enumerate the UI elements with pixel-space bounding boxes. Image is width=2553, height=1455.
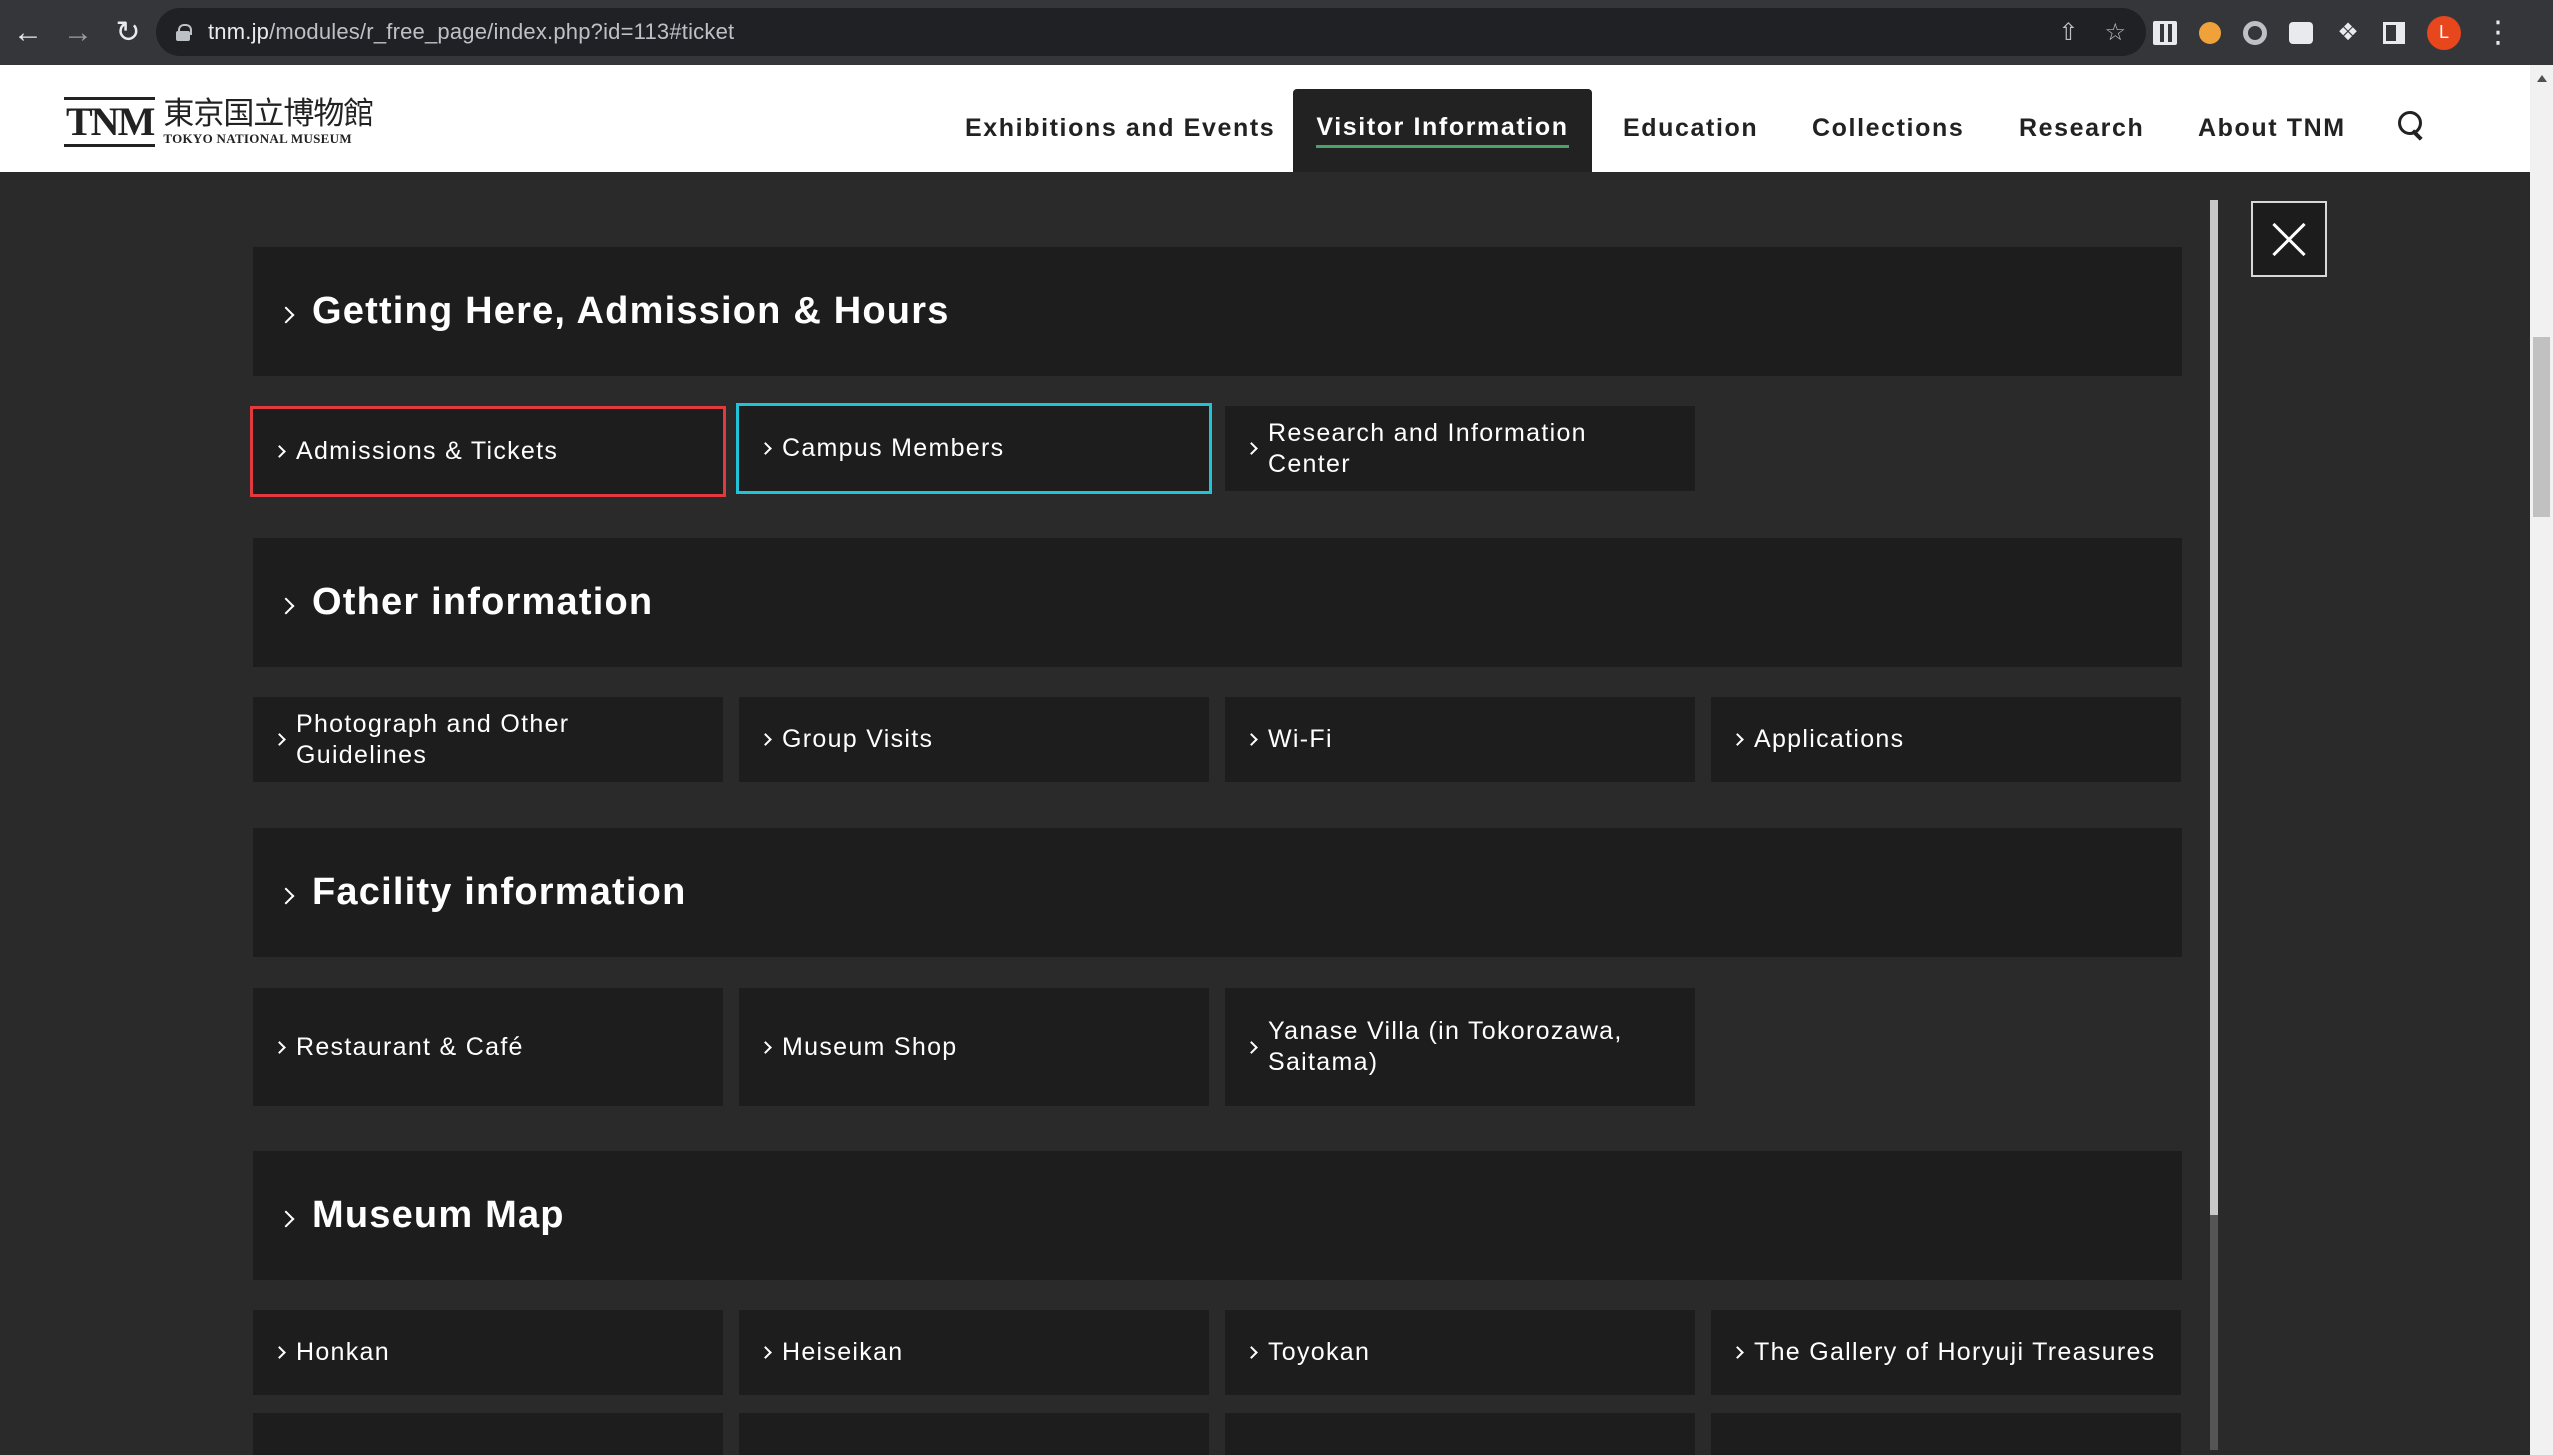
link-label: Yanase Villa (in Tokorozawa, Saitama) bbox=[1268, 1017, 1623, 1076]
link-label: The Gallery of Horyuji Treasures bbox=[1754, 1338, 2156, 1366]
link-applications[interactable]: Applications bbox=[1711, 697, 2181, 782]
puzzle-extensions-icon[interactable]: ❖ bbox=[2335, 19, 2361, 46]
site-header: TNM 東京国立博物館 TOKYO NATIONAL MUSEUM Exhibi… bbox=[0, 65, 2530, 172]
link-campus-members[interactable]: Campus Members bbox=[736, 403, 1212, 494]
link-wifi[interactable]: Wi-Fi bbox=[1225, 697, 1695, 782]
link-label: Toyokan bbox=[1268, 1338, 1371, 1366]
url-text[interactable]: tnm.jp/modules/r_free_page/index.php?id=… bbox=[208, 19, 734, 45]
section-title: Other information bbox=[312, 581, 654, 623]
link-label: Heiseikan bbox=[782, 1338, 904, 1366]
chevron-right-icon bbox=[273, 1346, 286, 1359]
chevron-right-icon bbox=[1245, 1040, 1258, 1054]
menu-scrollbar[interactable] bbox=[2210, 200, 2218, 1450]
cookie-extension-icon[interactable] bbox=[2199, 21, 2221, 44]
link-label: Restaurant & Café bbox=[296, 1032, 524, 1061]
link-label: Museum Shop bbox=[782, 1032, 958, 1061]
lock-icon bbox=[176, 24, 192, 41]
side-panel-icon[interactable] bbox=[2383, 21, 2405, 44]
nav-visitor-information[interactable]: Visitor Information bbox=[1293, 89, 1592, 172]
page-scrollbar-thumb[interactable] bbox=[2533, 337, 2550, 517]
chevron-right-icon bbox=[759, 1040, 772, 1054]
chevron-right-icon bbox=[277, 306, 295, 323]
link-admissions-tickets[interactable]: Admissions & Tickets bbox=[250, 406, 726, 497]
link-label: Wi-Fi bbox=[1268, 725, 1333, 753]
section-title: Getting Here, Admission & Hours bbox=[312, 290, 950, 332]
chevron-right-icon bbox=[277, 1210, 295, 1227]
link-tile-partial[interactable] bbox=[1225, 1413, 1695, 1455]
link-label: Group Visits bbox=[782, 725, 934, 753]
chevron-right-icon bbox=[1731, 1346, 1744, 1359]
search-icon[interactable] bbox=[2398, 111, 2426, 139]
chevron-right-icon bbox=[759, 733, 772, 746]
menu-scrollbar-thumb[interactable] bbox=[2210, 200, 2218, 1215]
profile-initial: L bbox=[2438, 22, 2449, 42]
chevron-right-icon bbox=[277, 887, 295, 904]
link-label: Honkan bbox=[296, 1338, 390, 1366]
nav-about-tnm[interactable]: About TNM bbox=[2198, 65, 2346, 172]
chevron-right-icon bbox=[759, 442, 772, 455]
forward-icon[interactable]: → bbox=[54, 9, 102, 57]
link-label: Admissions & Tickets bbox=[296, 437, 559, 465]
reload-icon[interactable]: ↻ bbox=[104, 9, 152, 57]
link-tile-partial[interactable] bbox=[253, 1413, 723, 1455]
section-facility-information[interactable]: Facility information bbox=[253, 828, 2182, 957]
section-title: Facility information bbox=[312, 871, 687, 913]
menu-dots-icon[interactable]: ⋮ bbox=[2483, 17, 2513, 47]
chevron-right-icon bbox=[1245, 733, 1258, 746]
back-icon[interactable]: ← bbox=[4, 9, 52, 57]
browser-toolbar: ← → ↻ tnm.jp/modules/r_free_page/index.p… bbox=[0, 0, 2553, 65]
link-toyokan[interactable]: Toyokan bbox=[1225, 1310, 1695, 1395]
chevron-right-icon bbox=[1245, 442, 1258, 455]
main-nav: Exhibitions and Events Visitor Informati… bbox=[0, 65, 2530, 172]
share-icon[interactable]: ⇧ bbox=[2058, 18, 2078, 47]
chevron-right-icon bbox=[1245, 1346, 1258, 1359]
link-label: Campus Members bbox=[782, 434, 1005, 462]
link-yanase-villa[interactable]: Yanase Villa (in Tokorozawa, Saitama) bbox=[1225, 988, 1695, 1106]
nav-education[interactable]: Education bbox=[1623, 65, 1758, 172]
nav-collections[interactable]: Collections bbox=[1812, 65, 1964, 172]
link-restaurant-cafe[interactable]: Restaurant & Café bbox=[253, 988, 723, 1106]
link-heiseikan[interactable]: Heiseikan bbox=[739, 1310, 1209, 1395]
bookmark-star-icon[interactable]: ☆ bbox=[2104, 18, 2126, 47]
chevron-right-icon bbox=[759, 1346, 772, 1359]
link-honkan[interactable]: Honkan bbox=[253, 1310, 723, 1395]
chevron-right-icon bbox=[273, 445, 286, 458]
nav-exhibitions-and-events[interactable]: Exhibitions and Events bbox=[965, 65, 1275, 172]
link-tile-partial[interactable] bbox=[739, 1413, 1209, 1455]
nav-visitor-information-label: Visitor Information bbox=[1316, 113, 1569, 148]
link-museum-shop[interactable]: Museum Shop bbox=[739, 988, 1209, 1106]
section-other-information[interactable]: Other information bbox=[253, 538, 2182, 667]
link-label: Applications bbox=[1754, 725, 1905, 753]
qr-code-extension-icon[interactable] bbox=[2153, 20, 2177, 45]
scroll-up-arrow-icon[interactable] bbox=[2537, 75, 2547, 82]
link-photograph-guidelines[interactable]: Photograph and Other Guidelines bbox=[253, 697, 723, 782]
link-gallery-horyuji-treasures[interactable]: The Gallery of Horyuji Treasures bbox=[1711, 1310, 2181, 1395]
nav-research[interactable]: Research bbox=[2019, 65, 2144, 172]
chevron-right-icon bbox=[273, 733, 286, 746]
extension-icon[interactable] bbox=[2289, 21, 2313, 44]
profile-avatar[interactable]: L bbox=[2427, 15, 2461, 50]
chevron-right-icon bbox=[1731, 733, 1744, 746]
link-label: Photograph and Other Guidelines bbox=[296, 709, 570, 769]
circle-extension-icon[interactable] bbox=[2243, 20, 2267, 45]
section-museum-map[interactable]: Museum Map bbox=[253, 1151, 2182, 1280]
link-tile-partial[interactable] bbox=[1711, 1413, 2181, 1455]
address-bar[interactable]: tnm.jp/modules/r_free_page/index.php?id=… bbox=[156, 8, 2146, 56]
section-title: Museum Map bbox=[312, 1194, 565, 1236]
link-research-information-center[interactable]: Research and Information Center bbox=[1225, 406, 1695, 491]
chevron-right-icon bbox=[277, 597, 295, 614]
chevron-right-icon bbox=[273, 1040, 286, 1054]
page-scrollbar[interactable] bbox=[2530, 65, 2553, 1455]
link-group-visits[interactable]: Group Visits bbox=[739, 697, 1209, 782]
close-menu-button[interactable] bbox=[2251, 201, 2327, 277]
link-label: Research and Information Center bbox=[1268, 418, 1587, 478]
section-getting-here[interactable]: Getting Here, Admission & Hours bbox=[253, 247, 2182, 376]
